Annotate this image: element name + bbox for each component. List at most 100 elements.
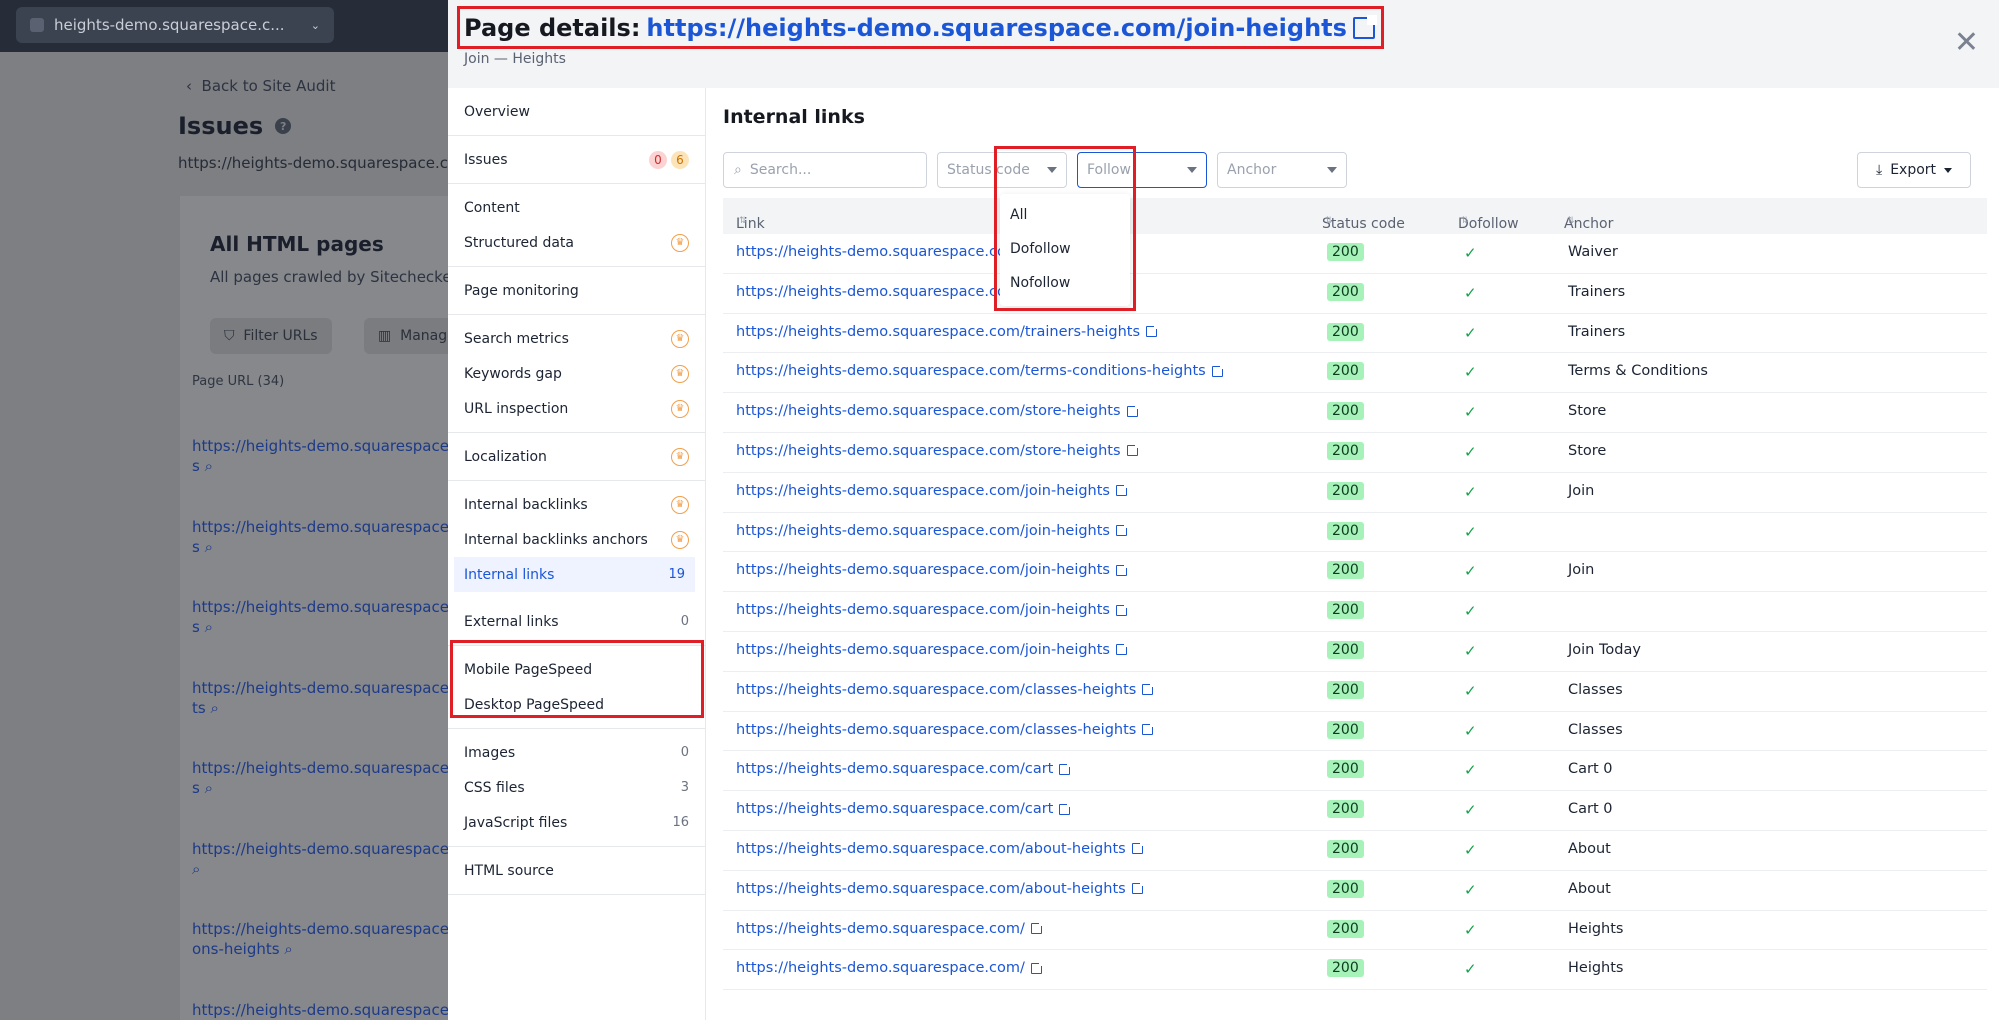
background-url-row[interactable]: https://heights-demo.squarespace.cos ⌕ [192, 517, 471, 557]
anchor-cell: Cart 0 [1568, 801, 1613, 818]
search-icon[interactable]: ⌕ [205, 618, 213, 636]
search-input[interactable]: ⌕ Search... [723, 152, 927, 188]
external-link-icon[interactable] [1030, 960, 1044, 974]
background-url-row[interactable]: https://heights-demo.squarespace.co ons-h… [192, 919, 471, 959]
link-cell[interactable]: https://heights-demo.squarespace.com/tra… [736, 324, 1160, 340]
search-icon[interactable]: ⌕ [205, 457, 213, 475]
filter-urls-button[interactable]: ⛉ Filter URLs [210, 318, 332, 354]
sidebar-item-javascript-files[interactable]: JavaScript files 16 [448, 805, 705, 840]
external-link-icon[interactable] [1126, 403, 1140, 417]
sidebar-item-external-links[interactable]: External links 0 [448, 604, 705, 639]
internal-links-count: 19 [668, 567, 685, 582]
background-url-row[interactable]: https://heights-demo.squarespace.co ts ⌕ [192, 678, 471, 718]
external-link-icon[interactable] [1059, 761, 1073, 775]
external-link-icon[interactable] [1115, 523, 1129, 537]
link-cell[interactable]: https://heights-demo.squarespace.com/car… [736, 761, 1073, 777]
follow-dropdown-menu: All Dofollow Nofollow [1000, 194, 1130, 306]
external-link-icon[interactable] [1115, 483, 1129, 497]
sidebar-item-search-metrics[interactable]: Search metrics ♛ [448, 321, 705, 356]
sidebar-item-mobile-pagespeed[interactable]: Mobile PageSpeed [448, 652, 705, 687]
link-cell[interactable]: https://heights-demo.squarespace.com/joi… [736, 602, 1129, 618]
search-icon[interactable]: ⌕ [284, 940, 292, 958]
sidebar-item-content[interactable]: Content [448, 190, 705, 225]
external-link-icon[interactable] [1142, 722, 1156, 736]
project-selector[interactable]: heights-demo.squarespace.c... ⌄ [16, 7, 334, 43]
external-link-icon[interactable] [1131, 881, 1145, 895]
page-url-link[interactable]: https://heights-demo.squarespace.com/joi… [646, 14, 1347, 42]
sidebar-item-overview[interactable]: Overview [448, 94, 705, 129]
link-cell[interactable]: https://heights-demo.squarespace.com/cla… [736, 722, 1156, 738]
background-url-row[interactable]: https://heights-demo.squarespace.cos ⌕ [192, 1000, 471, 1020]
help-icon[interactable]: ? [275, 118, 292, 134]
follow-option[interactable]: Nofollow [1000, 266, 1130, 300]
table-row: https://heights-demo.squarespace.com/tra… [723, 314, 1987, 354]
close-icon[interactable]: ✕ [1954, 28, 1979, 58]
link-cell[interactable]: https://heights-demo.squarespace.com/cla… [736, 682, 1156, 698]
link-cell[interactable]: https://heights-demo.squarespace.com/ [736, 921, 1044, 937]
export-button[interactable]: ⤓ Export [1857, 152, 1971, 188]
sidebar-item-images[interactable]: Images 0 [448, 735, 705, 770]
follow-option[interactable]: All [1000, 198, 1130, 232]
site-url: https://heights-demo.squarespace.com [178, 154, 472, 172]
external-link-icon[interactable] [1059, 801, 1073, 815]
background-url-row[interactable]: https://heights-demo.squarespace.cos ⌕ [192, 597, 471, 637]
sidebar-item-internal-links[interactable]: Internal links 19 [454, 557, 695, 592]
table-row: https://heights-demo.squarespace.com/abo… [723, 831, 1987, 871]
link-cell[interactable]: https://heights-demo.squarespace.com/joi… [736, 483, 1129, 499]
sidebar-item-internal-backlinks-anchors[interactable]: Internal backlinks anchors ♛ [448, 522, 705, 557]
sidebar-item-keywords-gap[interactable]: Keywords gap ♛ [448, 356, 705, 391]
table-row: https://heights-demo.squarespace.com/200… [723, 911, 1987, 951]
sidebar-item-css-files[interactable]: CSS files 3 [448, 770, 705, 805]
external-link-icon[interactable] [1115, 642, 1129, 656]
link-cell[interactable]: https://heights-demo.squarespace.com/ter… [736, 363, 1225, 379]
sidebar-item-page-monitoring[interactable]: Page monitoring [448, 273, 705, 308]
link-cell[interactable]: https://heights-demo.squarespace.com/sto… [736, 443, 1140, 459]
link-cell[interactable]: https://heights-demo.squarespace.com/joi… [736, 562, 1129, 578]
link-cell[interactable]: https://heights-demo.squarespace.com/joi… [736, 523, 1129, 539]
link-cell[interactable]: https://heights-demo.squarespace.com/joi… [736, 642, 1129, 658]
external-link-icon[interactable] [1115, 562, 1129, 576]
search-icon[interactable]: ⌕ [205, 538, 213, 556]
anchor-cell: Trainers [1568, 283, 1626, 300]
page-url-column-header[interactable]: Page URL (34) [192, 374, 284, 389]
check-icon: ✓ [1464, 482, 1477, 501]
sidebar-item-html-source[interactable]: HTML source [448, 853, 705, 888]
sidebar-item-internal-backlinks[interactable]: Internal backlinks ♛ [448, 487, 705, 522]
link-cell[interactable]: https://heights-demo.squarespace.com/abo… [736, 881, 1145, 897]
external-link-icon[interactable] [1030, 921, 1044, 935]
search-icon[interactable]: ⌕ [210, 699, 218, 717]
link-cell[interactable]: https://heights-demo.squarespace.com/abo… [736, 841, 1145, 857]
status-badge: 200 [1327, 402, 1364, 421]
external-link-icon[interactable] [1131, 841, 1145, 855]
external-link-icon[interactable] [1211, 363, 1225, 377]
background-url-row[interactable]: https://heights-demo.squarespace.cos ⌕ [192, 758, 471, 798]
background-url-row[interactable]: https://heights-demo.squarespace.co ⌕ [192, 839, 471, 879]
link-cell[interactable]: https://heights-demo.squarespace.com/ [736, 960, 1044, 976]
check-icon: ✓ [1464, 721, 1477, 740]
follow-filter[interactable]: Follow [1077, 152, 1207, 188]
external-link-icon[interactable] [1126, 443, 1140, 457]
sidebar-item-label: CSS files [464, 779, 525, 796]
external-link-icon[interactable] [1146, 324, 1160, 338]
search-icon[interactable]: ⌕ [192, 860, 200, 878]
anchor-filter[interactable]: Anchor [1217, 152, 1347, 188]
page-details-modal: Page details: https://heights-demo.squar… [448, 0, 1999, 1020]
sidebar-item-label: Page monitoring [464, 282, 579, 299]
follow-option[interactable]: Dofollow [1000, 232, 1130, 266]
link-cell[interactable]: https://heights-demo.squarespace.com/sto… [736, 403, 1140, 419]
external-link-icon[interactable] [1142, 682, 1156, 696]
link-cell[interactable]: https://heights-demo.squarespace.com/car… [736, 801, 1073, 817]
external-link-icon[interactable] [1352, 14, 1377, 39]
sidebar-item-structured-data[interactable]: Structured data ♛ [448, 225, 705, 260]
check-icon: ✓ [1464, 960, 1477, 979]
sidebar-item-localization[interactable]: Localization ♛ [448, 439, 705, 474]
background-url-row[interactable]: https://heights-demo.squarespace.cos ⌕ [192, 436, 471, 476]
status-code-filter[interactable]: Status code [937, 152, 1067, 188]
sidebar-item-desktop-pagespeed[interactable]: Desktop PageSpeed [448, 687, 705, 722]
search-icon[interactable]: ⌕ [205, 779, 213, 797]
table-row: https://heights-demo.squarespace.com/200… [723, 950, 1987, 991]
back-to-site-audit-link[interactable]: ‹ Back to Site Audit [186, 77, 335, 95]
sidebar-item-issues[interactable]: Issues 06 [448, 142, 705, 177]
external-link-icon[interactable] [1115, 602, 1129, 616]
sidebar-item-url-inspection[interactable]: URL inspection ♛ [448, 391, 705, 426]
